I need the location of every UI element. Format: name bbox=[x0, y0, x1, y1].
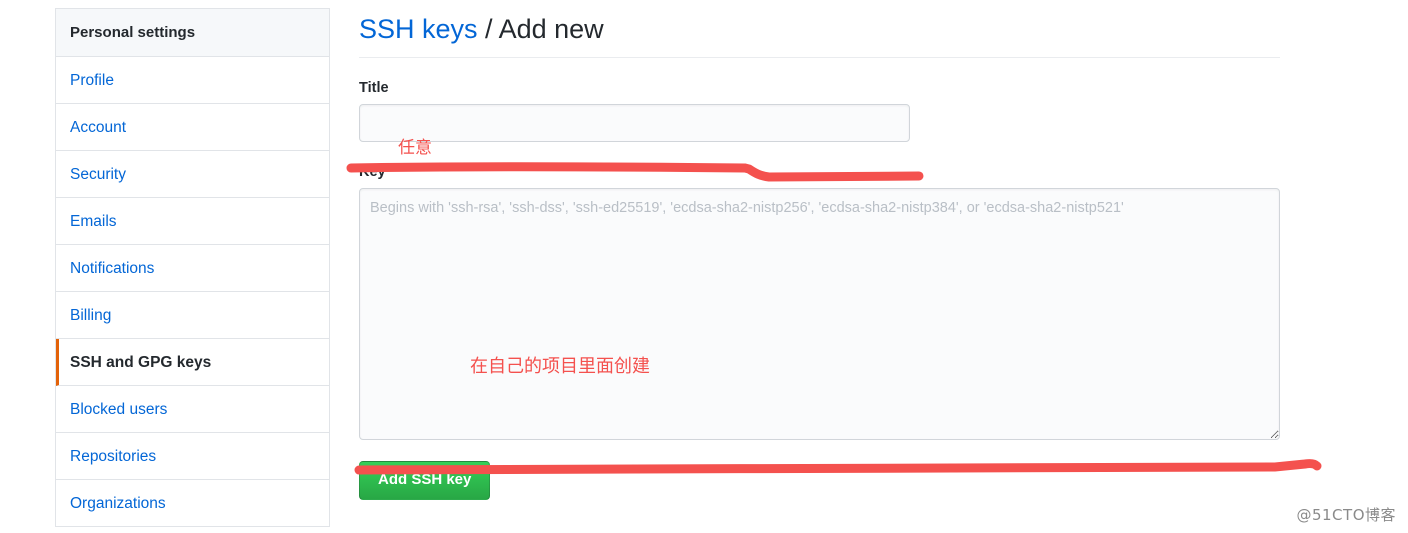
sidebar-item-label: Billing bbox=[70, 307, 112, 324]
sidebar-item-label: Blocked users bbox=[70, 401, 168, 418]
sidebar-item-label: Repositories bbox=[70, 448, 157, 465]
sidebar-item-notifications[interactable]: Notifications bbox=[56, 245, 329, 292]
title-input[interactable] bbox=[359, 104, 910, 142]
breadcrumb-separator: / bbox=[477, 14, 499, 44]
sidebar-item-label: Notifications bbox=[70, 260, 155, 277]
sidebar-item-label: Organizations bbox=[70, 495, 166, 512]
sidebar-item-account[interactable]: Account bbox=[56, 104, 329, 151]
sidebar-item-organizations[interactable]: Organizations bbox=[56, 480, 329, 527]
watermark: @51CTO博客 bbox=[1296, 506, 1396, 524]
sidebar-item-label: Profile bbox=[70, 72, 114, 89]
sidebar-item-security[interactable]: Security bbox=[56, 151, 329, 198]
sidebar-item-label: Account bbox=[70, 119, 127, 136]
sidebar-item-blocked-users[interactable]: Blocked users bbox=[56, 386, 329, 433]
sidebar-item-billing[interactable]: Billing bbox=[56, 292, 329, 339]
annotation-key-note: 在自己的项目里面创建 bbox=[470, 356, 650, 377]
breadcrumb-current: Add new bbox=[498, 14, 604, 44]
key-textarea[interactable] bbox=[359, 188, 1280, 440]
annotation-underline-key bbox=[354, 459, 1322, 475]
title-divider bbox=[359, 57, 1280, 58]
page-title: SSH keys / Add new bbox=[359, 0, 1299, 57]
ssh-keys-breadcrumb-link[interactable]: SSH keys bbox=[359, 14, 478, 44]
main-content: SSH keys / Add new Title Key Add SSH key bbox=[359, 0, 1299, 500]
sidebar-item-label: SSH and GPG keys bbox=[70, 354, 212, 371]
sidebar-item-emails[interactable]: Emails bbox=[56, 198, 329, 245]
annotation-underline-title bbox=[346, 162, 924, 182]
title-field-label: Title bbox=[359, 80, 389, 96]
sidebar-item-ssh-and-gpg-keys[interactable]: SSH and GPG keys bbox=[56, 339, 329, 386]
sidebar-item-label: Emails bbox=[70, 213, 117, 230]
sidebar-header: Personal settings bbox=[56, 9, 329, 57]
sidebar-item-profile[interactable]: Profile bbox=[56, 57, 329, 104]
sidebar-item-label: Security bbox=[70, 166, 126, 183]
sidebar-item-repositories[interactable]: Repositories bbox=[56, 433, 329, 480]
settings-sidebar: Personal settings Profile Account Securi… bbox=[55, 8, 330, 527]
annotation-title-note: 任意 bbox=[398, 138, 432, 158]
